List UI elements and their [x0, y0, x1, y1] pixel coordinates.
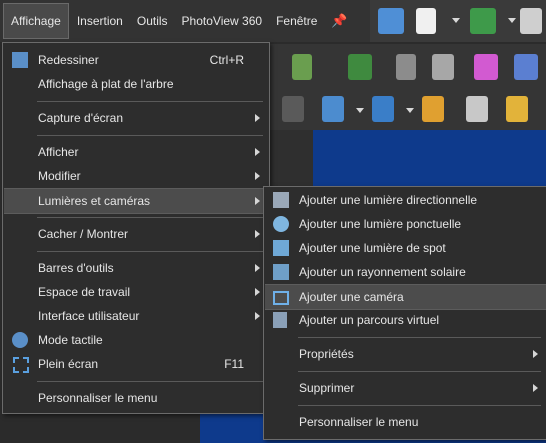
sun-light-icon — [273, 264, 289, 280]
submenu-item-supprimer[interactable]: Supprimer — [265, 376, 546, 400]
menu-outils[interactable]: Outils — [131, 4, 174, 38]
rainbow-icon[interactable] — [474, 54, 498, 80]
menu-affichage[interactable]: Affichage — [3, 3, 69, 39]
submenu-arrow-icon — [255, 172, 260, 180]
menu-item-plein-ecran[interactable]: Plein écran F11 — [4, 352, 268, 376]
graphics-viewport[interactable] — [313, 130, 546, 190]
design-library-dropdown-icon[interactable] — [356, 108, 364, 113]
camera-icon — [273, 291, 289, 305]
separator — [298, 405, 541, 406]
submenu-item-lumiere-ponctuelle[interactable]: Ajouter une lumière ponctuelle — [265, 212, 546, 236]
open-icon[interactable] — [470, 8, 496, 34]
check-x-icon[interactable] — [292, 54, 312, 80]
pipe-icon[interactable] — [372, 96, 394, 122]
separator — [298, 337, 541, 338]
submenu-arrow-icon — [255, 264, 260, 272]
menu-item-mode-tactile[interactable]: Mode tactile — [4, 328, 268, 352]
menu-fenetre[interactable]: Fenêtre — [270, 4, 323, 38]
spot-light-icon — [273, 240, 289, 256]
table-x-icon[interactable] — [348, 54, 372, 80]
redraw-icon — [12, 52, 28, 68]
submenu-arrow-icon — [255, 197, 260, 205]
menu-item-affichage-plat[interactable]: Affichage à plat de l'arbre — [4, 72, 268, 96]
table-icon[interactable] — [466, 96, 488, 122]
open-dropdown-icon[interactable] — [508, 18, 516, 23]
submenu-item-lumiere-directionnelle[interactable]: Ajouter une lumière directionnelle — [265, 188, 546, 212]
submenu-item-proprietes[interactable]: Propriétés — [265, 342, 546, 366]
components-icon[interactable] — [432, 54, 454, 80]
submenu-item-parcours-virtuel[interactable]: Ajouter un parcours virtuel — [265, 308, 546, 332]
new-document-icon[interactable] — [416, 8, 436, 34]
menu-item-afficher[interactable]: Afficher — [4, 140, 268, 164]
submenu-arrow-icon — [255, 114, 260, 122]
menu-item-cacher-montrer[interactable]: Cacher / Montrer — [4, 222, 268, 246]
new-document-dropdown-icon[interactable] — [452, 18, 460, 23]
menu-item-capture-ecran[interactable]: Capture d'écran — [4, 106, 268, 130]
pipe-dropdown-icon[interactable] — [406, 108, 414, 113]
submenu-arrow-icon — [255, 148, 260, 156]
pin-icon[interactable]: 📌 — [325, 4, 353, 38]
point-light-icon — [273, 216, 289, 232]
submenu-arrow-icon — [533, 350, 538, 358]
film-icon[interactable] — [514, 54, 538, 80]
design-library-icon[interactable] — [322, 96, 344, 122]
menu-item-redessiner[interactable]: Redessiner Ctrl+R — [4, 48, 268, 72]
menu-item-espace-travail[interactable]: Espace de travail — [4, 280, 268, 304]
touch-hand-icon — [12, 332, 28, 348]
separator — [37, 101, 263, 102]
gears-icon[interactable] — [422, 96, 444, 122]
toolbar-row-2 — [270, 44, 546, 90]
menu-item-personnaliser[interactable]: Personnaliser le menu — [4, 386, 268, 410]
separator — [37, 251, 263, 252]
toolbar-row-3 — [270, 90, 546, 130]
submenu-arrow-icon — [255, 312, 260, 320]
menu-item-barres-outils[interactable]: Barres d'outils — [4, 256, 268, 280]
menu-item-lumieres-cameras[interactable]: Lumières et caméras — [4, 188, 268, 214]
submenu-item-personnaliser[interactable]: Personnaliser le menu — [265, 410, 546, 434]
standard-toolbar — [370, 0, 546, 42]
affichage-menu: Redessiner Ctrl+R Affichage à plat de l'… — [2, 42, 270, 414]
separator — [37, 217, 263, 218]
menu-insertion[interactable]: Insertion — [71, 4, 129, 38]
home-icon[interactable] — [378, 8, 404, 34]
menu-item-modifier[interactable]: Modifier — [4, 164, 268, 188]
submenu-arrow-icon — [533, 384, 538, 392]
separator — [37, 135, 263, 136]
separator — [298, 371, 541, 372]
hook-icon[interactable] — [506, 96, 528, 122]
submenu-arrow-icon — [255, 230, 260, 238]
menu-photoview-360[interactable]: PhotoView 360 — [176, 4, 269, 38]
separator — [37, 381, 263, 382]
lumieres-cameras-submenu: Ajouter une lumière directionnelle Ajout… — [263, 186, 546, 440]
paint-brush-icon[interactable] — [396, 54, 416, 80]
menu-item-interface-utilisateur[interactable]: Interface utilisateur — [4, 304, 268, 328]
submenu-item-lumiere-spot[interactable]: Ajouter une lumière de spot — [265, 236, 546, 260]
menubar: Affichage Insertion Outils PhotoView 360… — [0, 0, 370, 42]
submenu-arrow-icon — [255, 288, 260, 296]
fullscreen-icon — [13, 357, 29, 373]
walkthrough-icon — [273, 312, 287, 328]
directional-light-icon — [273, 192, 289, 208]
submenu-item-camera[interactable]: Ajouter une caméra — [265, 284, 546, 310]
save-icon[interactable] — [520, 8, 542, 34]
submenu-item-rayonnement-solaire[interactable]: Ajouter un rayonnement solaire — [265, 260, 546, 284]
part-icon[interactable] — [282, 96, 304, 122]
